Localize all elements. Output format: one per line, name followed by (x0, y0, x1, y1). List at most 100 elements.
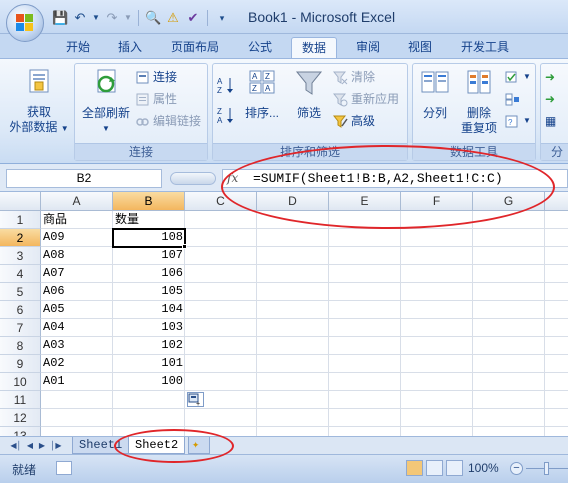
next-sheet-icon[interactable]: ▶ (36, 439, 48, 452)
cell-b9[interactable]: 101 (113, 354, 185, 372)
subtotal-icon: ▦ (545, 114, 557, 128)
filter-button[interactable]: 筛选 (289, 68, 329, 121)
page-layout-view-icon[interactable] (426, 460, 443, 476)
zoom-slider-thumb[interactable] (544, 462, 549, 475)
normal-view-icon[interactable] (406, 460, 423, 476)
row-header-9[interactable]: 9 (0, 355, 41, 373)
row-header-6[interactable]: 6 (0, 301, 41, 319)
cell-a3[interactable]: A08 (41, 246, 113, 264)
row-header-11[interactable]: 11 (0, 391, 41, 409)
office-button[interactable] (6, 4, 44, 42)
select-all-corner[interactable] (0, 192, 41, 211)
warning-icon[interactable]: ⚠ (165, 10, 181, 26)
row-header-2[interactable]: 2 (0, 229, 41, 247)
what-if-analysis-button[interactable]: ? ▼ (505, 112, 531, 130)
cell-b10[interactable]: 100 (113, 372, 185, 390)
fill-handle[interactable] (182, 244, 187, 249)
tab-formulas[interactable]: 公式 (240, 37, 280, 58)
row-header-12[interactable]: 12 (0, 409, 41, 427)
cell-a8[interactable]: A03 (41, 336, 113, 354)
spelling-icon[interactable]: ✔ (185, 10, 201, 26)
row-header-5[interactable]: 5 (0, 283, 41, 301)
clear-label: 清除 (351, 70, 376, 84)
cell-a9[interactable]: A02 (41, 354, 113, 372)
connections-icon (136, 71, 149, 83)
tab-page-layout[interactable]: 页面布局 (164, 37, 226, 58)
customize-toolbar-icon[interactable]: ▾ (214, 10, 230, 26)
quick-access-toolbar: 💾 ↶ ▼ ↷ ▼ 🔍 ⚠ ✔ ▾ (52, 8, 230, 28)
tab-home[interactable]: 开始 (58, 37, 98, 58)
sort-button[interactable]: A Z Z A 排序... (239, 68, 285, 121)
row-header-1[interactable]: 1 (0, 211, 41, 229)
row-header-4[interactable]: 4 (0, 265, 41, 283)
prev-sheet-icon[interactable]: ◀ (24, 439, 36, 452)
cell-b3[interactable]: 107 (113, 246, 185, 264)
group-outline-partial: ➜ ➜ ▦ 分 (540, 63, 568, 161)
undo-dropdown-icon[interactable]: ▼ (92, 10, 100, 26)
page-break-view-icon[interactable] (446, 460, 463, 476)
cell-a6[interactable]: A05 (41, 300, 113, 318)
refresh-all-button[interactable]: 全部刷新 ▼ (77, 68, 135, 136)
column-header-b[interactable]: B (113, 192, 185, 211)
remove-duplicates-button[interactable]: 删除 重复项 (457, 68, 501, 136)
data-validation-button[interactable]: ▼ (505, 68, 531, 86)
column-header-a[interactable]: A (41, 192, 113, 211)
cell-a4[interactable]: A07 (41, 264, 113, 282)
cell-a7[interactable]: A04 (41, 318, 113, 336)
consolidate-button[interactable] (505, 90, 520, 108)
refresh-all-label: 全部刷新 (81, 106, 130, 120)
clear-button[interactable]: 清除 (333, 68, 375, 86)
print-preview-icon[interactable]: 🔍 (145, 10, 161, 26)
macro-record-icon[interactable] (56, 461, 72, 475)
cell-a1[interactable]: 商品 (41, 210, 113, 228)
cell-b7[interactable]: 103 (113, 318, 185, 336)
group-button[interactable]: ➜ (545, 68, 555, 86)
tab-developer[interactable]: 开发工具 (452, 37, 518, 58)
formula-bar-splitter[interactable] (170, 172, 216, 185)
cell-b1[interactable]: 数量 (113, 210, 185, 228)
redo-icon[interactable]: ↷ (104, 10, 120, 26)
zoom-out-icon[interactable]: − (510, 462, 523, 475)
advanced-filter-button[interactable]: 高级 (333, 112, 375, 130)
auto-fill-options-button[interactable]: + (187, 392, 204, 408)
connections-button[interactable]: 连接 (135, 68, 177, 86)
cell-a5[interactable]: A06 (41, 282, 113, 300)
sort-ascending-button[interactable]: AZ (217, 76, 235, 94)
advanced-filter-icon (333, 115, 348, 128)
text-to-columns-button[interactable]: 分列 (417, 68, 453, 121)
row-header-3[interactable]: 3 (0, 247, 41, 265)
edit-links-button[interactable]: 编辑链接 (135, 112, 201, 130)
tab-data[interactable]: 数据 (291, 37, 337, 58)
name-box[interactable]: B2 (6, 169, 162, 188)
ungroup-rows-icon: ➜ (545, 92, 556, 106)
cell-b8[interactable]: 102 (113, 336, 185, 354)
cell-a2[interactable]: A09 (41, 228, 113, 246)
cell-b6[interactable]: 104 (113, 300, 185, 318)
row-header-7[interactable]: 7 (0, 319, 41, 337)
first-sheet-icon[interactable]: ◀│ (10, 439, 22, 452)
zoom-level[interactable]: 100% (468, 461, 499, 475)
subtotal-button[interactable]: ▦ (545, 112, 556, 130)
cell-b5[interactable]: 105 (113, 282, 185, 300)
group-connections: 全部刷新 ▼ 连接 属性 编辑链接 连接 (74, 63, 208, 161)
worksheet-grid[interactable]: A B C D E F G 1 2 3 4 5 6 7 8 9 10 11 12… (0, 192, 568, 436)
filter-icon (295, 71, 323, 95)
undo-icon[interactable]: ↶ (72, 10, 88, 26)
tab-view[interactable]: 视图 (400, 37, 440, 58)
sort-descending-button[interactable]: ZA (217, 106, 235, 124)
save-icon[interactable]: 💾 (52, 10, 68, 26)
annotation-ellipse-formula (221, 145, 555, 229)
redo-dropdown-icon[interactable]: ▼ (124, 10, 132, 26)
row-header-10[interactable]: 10 (0, 373, 41, 391)
properties-button[interactable]: 属性 (135, 90, 177, 108)
get-external-data-button[interactable]: 获取 外部数据 ▼ (8, 67, 70, 136)
last-sheet-icon[interactable]: │▶ (50, 439, 62, 452)
row-header-13[interactable]: 13 (0, 427, 41, 436)
row-header-8[interactable]: 8 (0, 337, 41, 355)
cell-b4[interactable]: 106 (113, 264, 185, 282)
tab-review[interactable]: 审阅 (348, 37, 388, 58)
cell-a10[interactable]: A01 (41, 372, 113, 390)
reapply-button[interactable]: 重新应用 (333, 90, 399, 108)
tab-insert[interactable]: 插入 (110, 37, 150, 58)
ungroup-button[interactable]: ➜ (545, 90, 555, 108)
